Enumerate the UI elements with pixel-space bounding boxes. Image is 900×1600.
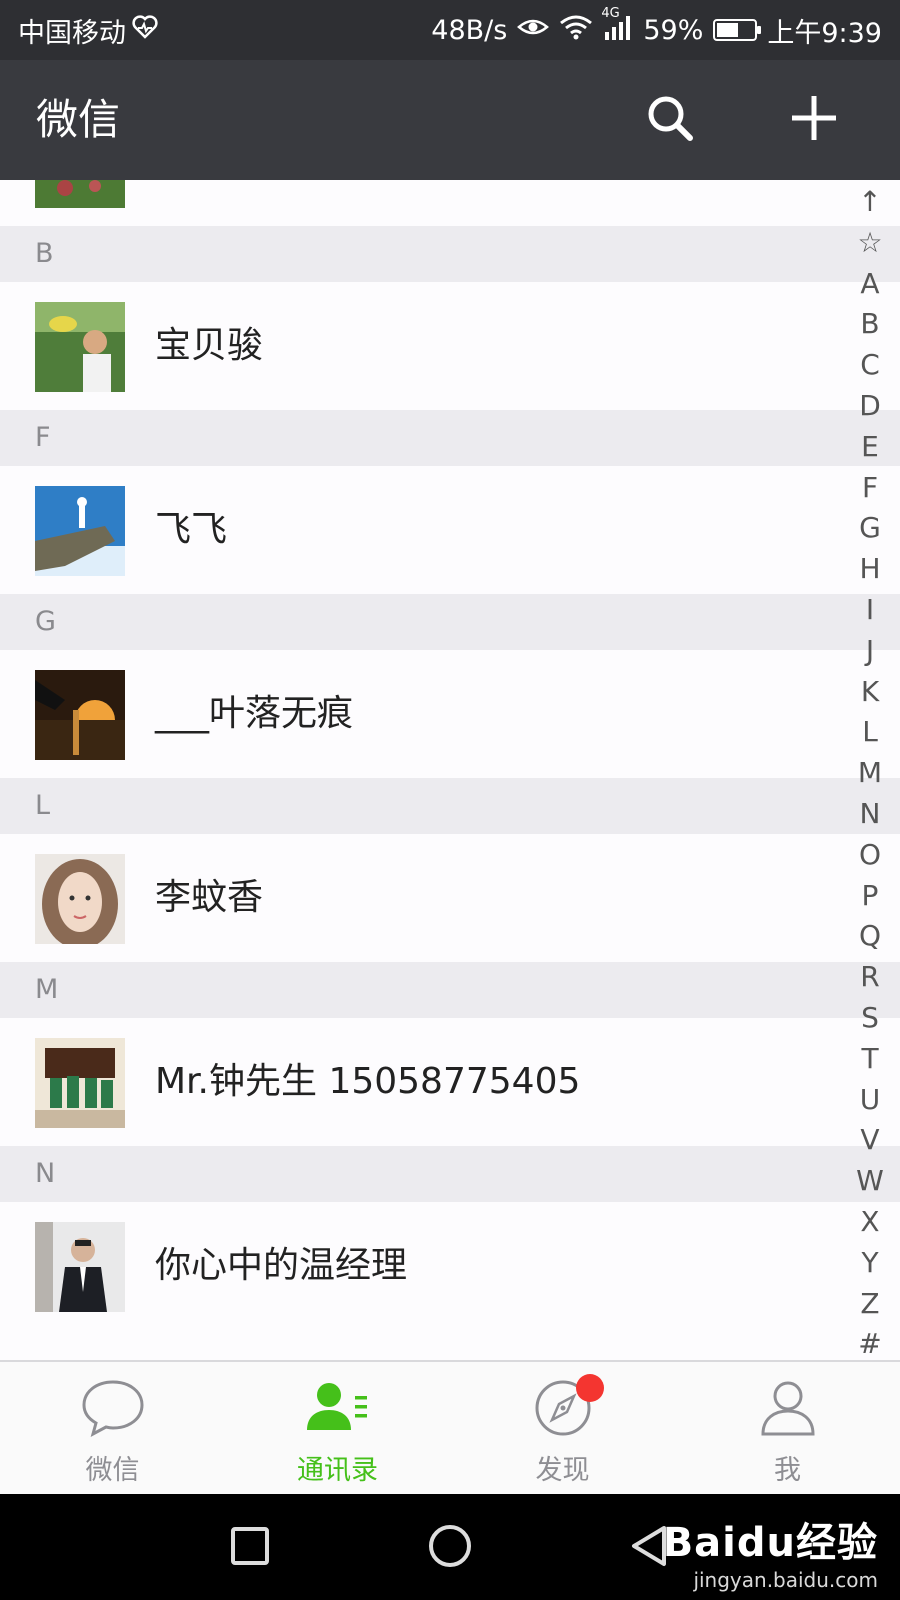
contact-name: 李蚊香	[155, 877, 264, 918]
index-letter[interactable]: B	[860, 304, 879, 345]
index-letter[interactable]: G	[859, 508, 881, 549]
index-letter[interactable]: H	[859, 549, 880, 590]
tab-label: 发现	[535, 1455, 590, 1486]
index-letter[interactable]: ↑	[858, 182, 881, 223]
index-letter[interactable]: L	[862, 712, 878, 753]
index-letter[interactable]: J	[866, 631, 874, 672]
index-letter[interactable]: X	[860, 1202, 879, 1243]
index-letter[interactable]: C	[860, 345, 880, 386]
section-header-m: M	[0, 962, 900, 1018]
person-icon	[755, 1378, 821, 1442]
recent-apps-button[interactable]	[222, 1520, 278, 1576]
index-letter[interactable]: V	[860, 1120, 879, 1161]
section-header-g: G	[0, 594, 900, 650]
index-letter[interactable]: U	[860, 1080, 881, 1121]
index-letter[interactable]: M	[858, 753, 882, 794]
system-nav-bar: Baidu经验 jingyan.baidu.com	[0, 1494, 900, 1600]
search-icon	[644, 92, 696, 148]
contact-row[interactable]: 李蚊香	[0, 834, 840, 962]
index-letter[interactable]: Z	[860, 1284, 879, 1325]
index-letter[interactable]: F	[862, 468, 878, 509]
tab-me[interactable]: 我	[675, 1362, 900, 1494]
index-letter[interactable]: T	[861, 1039, 878, 1080]
watermark-url: jingyan.baidu.com	[693, 1568, 878, 1592]
square-icon	[230, 1526, 270, 1570]
contact-name: 宝贝骏	[155, 325, 264, 366]
app-bar: 微信	[0, 60, 900, 180]
contact-list[interactable]: B 宝贝骏 F 飞飞 G ___叶落无痕 L 李蚊香 M Mr.钟先生 1505…	[0, 180, 900, 1360]
bottom-tab-bar: 微信 通讯录 发现 我	[0, 1360, 900, 1494]
avatar	[35, 670, 125, 760]
heart-icon	[132, 14, 158, 46]
avatar	[35, 1038, 125, 1128]
index-letter[interactable]: O	[859, 835, 881, 876]
tab-chats[interactable]: 微信	[0, 1362, 225, 1494]
contact-name: 飞飞	[155, 509, 228, 550]
index-letter[interactable]: R	[860, 957, 879, 998]
home-button[interactable]	[422, 1520, 478, 1576]
notification-badge	[576, 1374, 604, 1402]
avatar	[35, 854, 125, 949]
section-header-b: B	[0, 226, 900, 282]
eye-icon	[517, 15, 550, 46]
watermark-brand: Baidu经验	[662, 1520, 878, 1566]
index-letter[interactable]: N	[860, 794, 881, 835]
plus-icon	[789, 93, 839, 147]
contact-name: 你心中的温经理	[155, 1245, 408, 1286]
contact-name: Mr.钟先生 15058775405	[155, 1061, 581, 1102]
add-button[interactable]	[782, 88, 846, 152]
contact-row[interactable]: Mr.钟先生 15058775405	[0, 1018, 840, 1146]
status-bar: 中国移动 48B/s 4G 59% 上午9:39	[0, 0, 900, 60]
tab-discover[interactable]: 发现	[450, 1362, 675, 1494]
avatar	[35, 1222, 125, 1312]
index-letter[interactable]: D	[859, 386, 881, 427]
index-letter[interactable]: #	[858, 1324, 881, 1365]
net-speed: 48B/s	[431, 14, 508, 46]
signal-icon: 4G	[601, 6, 633, 47]
contact-row[interactable]: ___叶落无痕	[0, 650, 840, 778]
carrier-name: 中国移动	[18, 17, 126, 49]
contact-name: ___叶落无痕	[155, 693, 354, 734]
circle-icon	[428, 1524, 472, 1572]
network-type: 4G	[601, 5, 620, 21]
page-title: 微信	[36, 95, 121, 144]
section-header-l: L	[0, 778, 900, 834]
tab-label: 我	[774, 1455, 801, 1486]
alphabet-index[interactable]: ↑ ☆ A B C D E F G H I J K L M N O P Q R S T U V W X Y Z #	[840, 180, 900, 1360]
index-letter[interactable]: Q	[859, 916, 881, 957]
tab-label: 微信	[85, 1455, 140, 1486]
index-letter[interactable]: Y	[861, 1243, 878, 1284]
index-letter[interactable]: E	[861, 427, 879, 468]
avatar	[35, 180, 125, 208]
tab-contacts[interactable]: 通讯录	[225, 1362, 450, 1494]
contact-row[interactable]: 你心中的温经理	[0, 1202, 840, 1330]
search-button[interactable]	[638, 88, 702, 152]
index-letter[interactable]: W	[856, 1161, 884, 1202]
index-letter[interactable]: ☆	[857, 223, 882, 264]
contact-row[interactable]: 宝贝骏	[0, 282, 840, 410]
avatar	[35, 302, 125, 392]
contact-row[interactable]: 飞飞	[0, 466, 840, 594]
index-letter[interactable]: P	[862, 876, 879, 917]
tab-label: 通讯录	[297, 1455, 378, 1486]
index-letter[interactable]: K	[861, 672, 879, 713]
index-letter[interactable]: S	[861, 998, 879, 1039]
wifi-icon	[559, 14, 593, 47]
clock: 上午9:39	[767, 17, 882, 49]
avatar	[35, 486, 125, 576]
baidu-watermark: Baidu经验 jingyan.baidu.com	[663, 1510, 878, 1592]
index-letter[interactable]: I	[866, 590, 874, 631]
battery-level	[717, 23, 739, 37]
section-header-n: N	[0, 1146, 900, 1202]
chat-bubble-icon	[80, 1378, 146, 1442]
index-letter[interactable]: A	[860, 264, 879, 305]
contacts-icon	[305, 1378, 371, 1442]
section-header-f: F	[0, 410, 900, 466]
battery-icon	[713, 19, 762, 41]
contact-row-partial[interactable]	[0, 180, 840, 226]
battery-percent: 59%	[643, 14, 704, 46]
